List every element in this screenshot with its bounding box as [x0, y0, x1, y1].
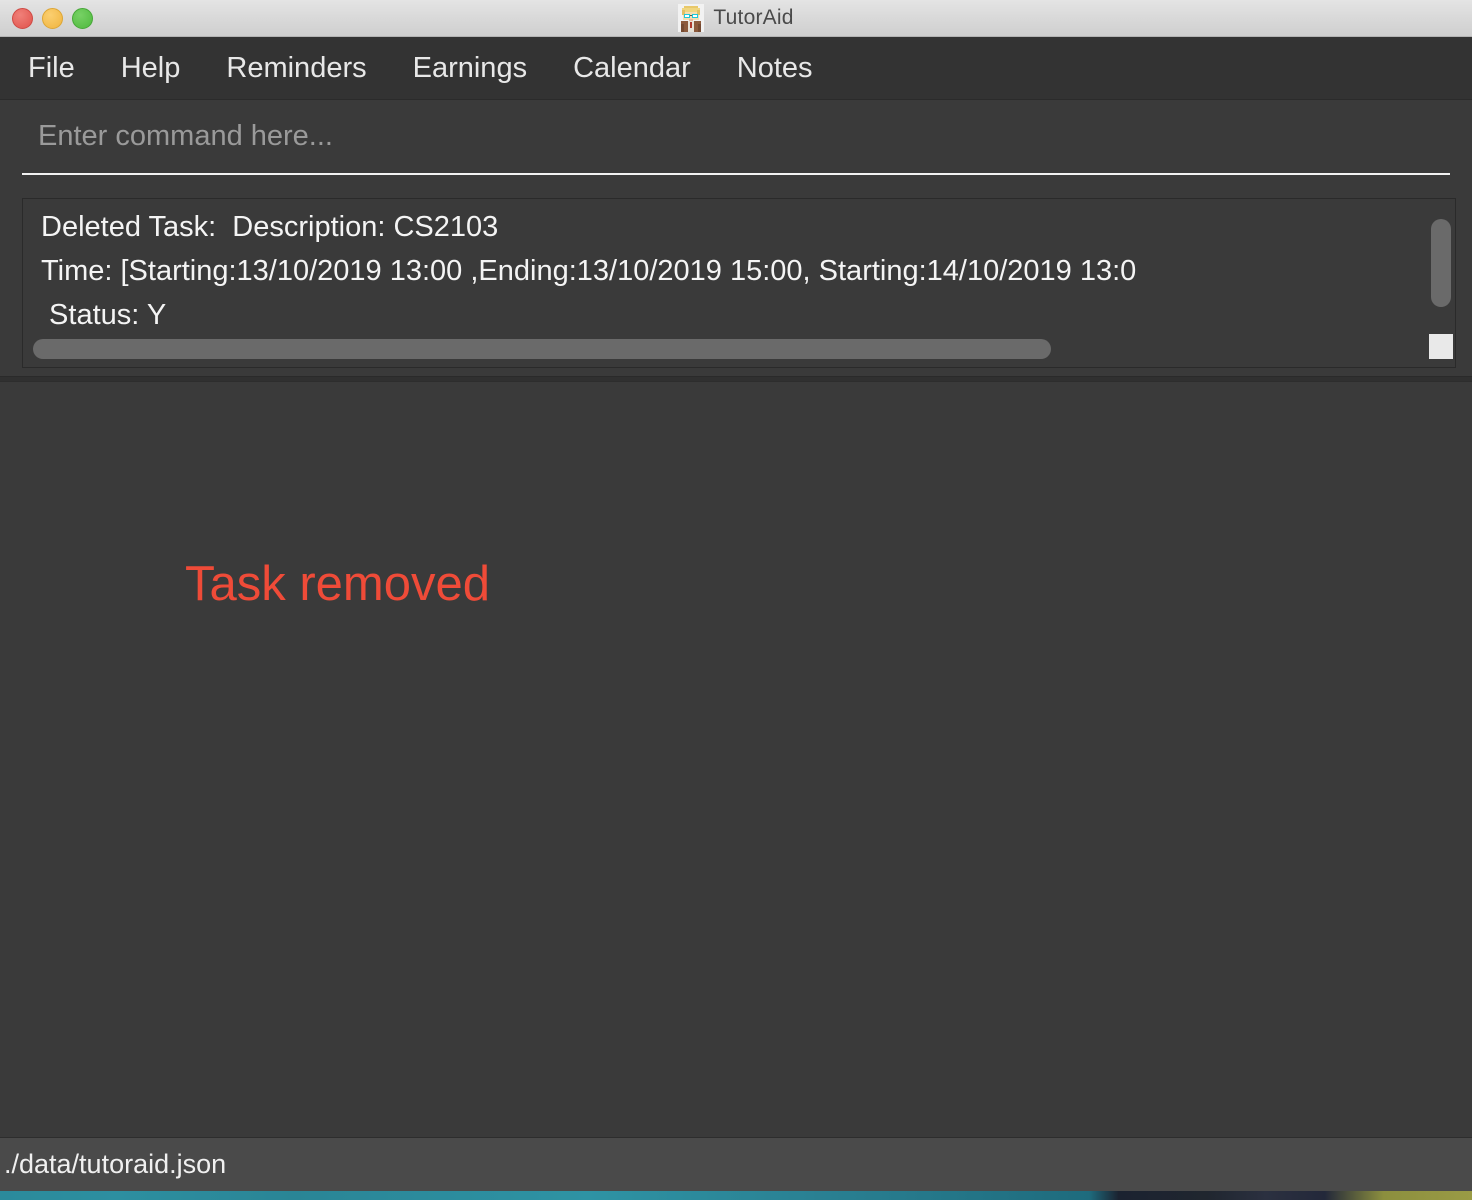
result-vertical-scrollbar-thumb[interactable]: [1431, 219, 1451, 307]
menu-item-help[interactable]: Help: [121, 53, 181, 83]
minimize-window-button[interactable]: [42, 7, 63, 29]
result-display-text: Deleted Task: Description: CS2103 Time: …: [41, 211, 1137, 331]
result-horizontal-scrollbar[interactable]: [33, 339, 1423, 359]
maximize-window-button[interactable]: [72, 7, 93, 29]
window-title-group: TutorAid: [678, 4, 793, 32]
result-display-panel: Deleted Task: Description: CS2103 Time: …: [22, 198, 1456, 368]
tutor-avatar-icon: [678, 4, 705, 32]
statusbar: ./data/tutoraid.json: [0, 1137, 1472, 1191]
menubar: File Help Reminders Earnings Calendar No…: [0, 37, 1472, 100]
scrollbar-corner-box: [1429, 334, 1453, 359]
menu-item-earnings[interactable]: Earnings: [413, 53, 527, 83]
menu-item-reminders[interactable]: Reminders: [226, 53, 366, 83]
result-vertical-scrollbar[interactable]: [1431, 203, 1451, 325]
window-titlebar: TutorAid: [0, 0, 1472, 37]
result-horizontal-scrollbar-thumb[interactable]: [33, 339, 1051, 359]
task-status-message: Task removed: [185, 557, 491, 611]
window-controls: [12, 0, 93, 36]
result-display-area: Deleted Task: Description: CS2103 Time: …: [0, 188, 1472, 376]
close-window-button[interactable]: [12, 7, 33, 29]
main-content-area: Task removed: [0, 382, 1472, 1175]
menu-item-calendar[interactable]: Calendar: [573, 53, 691, 83]
menu-item-notes[interactable]: Notes: [737, 53, 813, 83]
menu-item-file[interactable]: File: [28, 53, 75, 83]
command-box: [0, 100, 1472, 188]
app-window: TutorAid File Help Reminders Earnings Ca…: [0, 0, 1472, 1191]
statusbar-save-location: ./data/tutoraid.json: [4, 1149, 227, 1179]
window-title: TutorAid: [713, 6, 794, 29]
command-input[interactable]: [22, 113, 1450, 175]
